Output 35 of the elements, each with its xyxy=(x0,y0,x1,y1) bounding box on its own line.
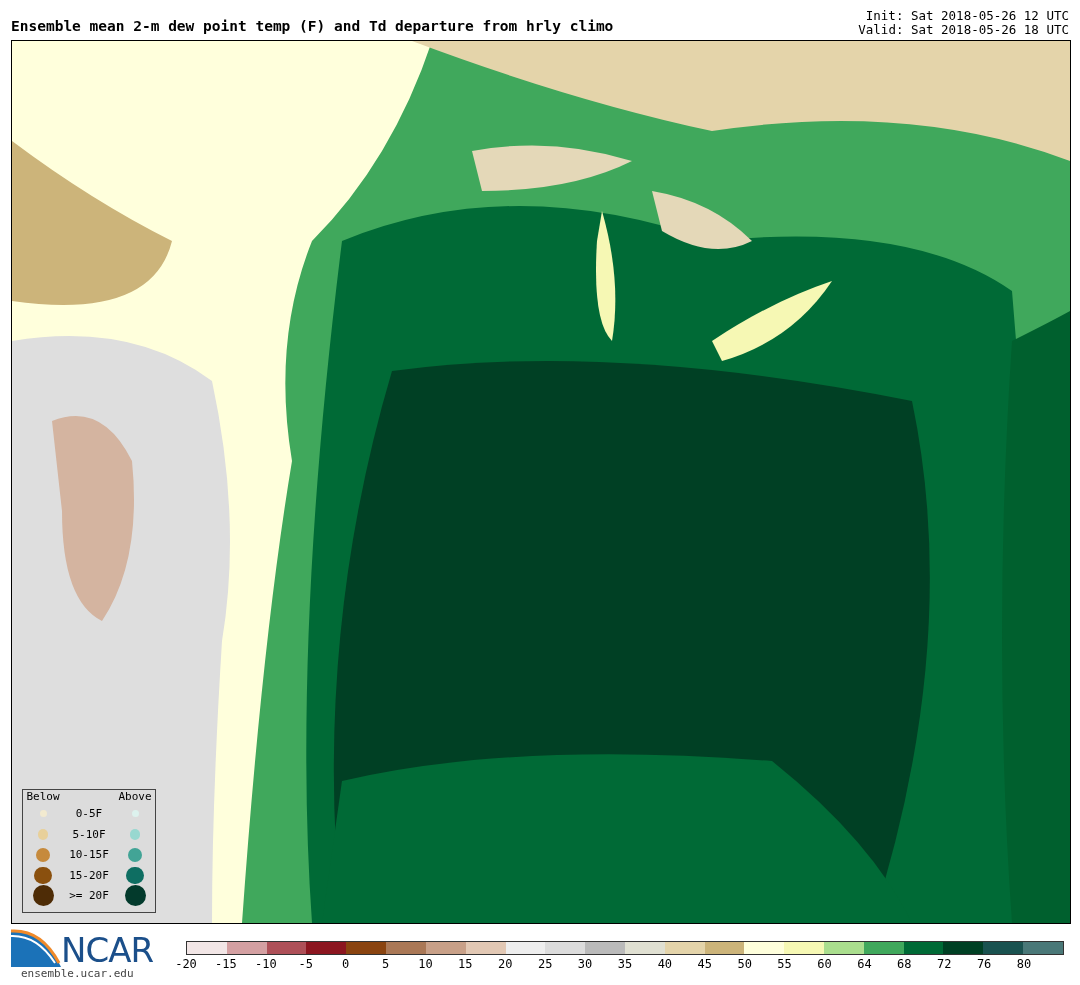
tick-label: -10 xyxy=(254,957,277,971)
tick-label: 45 xyxy=(697,957,712,971)
tick-label: 30 xyxy=(577,957,593,971)
legend-heading: Above xyxy=(117,790,153,803)
tick-label: 10 xyxy=(418,957,433,971)
tick-label: 35 xyxy=(617,957,633,971)
tick-label: 50 xyxy=(737,957,752,971)
tick-label: -5 xyxy=(298,957,313,971)
tick-label: 68 xyxy=(897,957,912,971)
legend-label: 0-5F xyxy=(74,807,104,821)
tick-label: 20 xyxy=(498,957,513,971)
tick-label: 15 xyxy=(458,957,473,971)
tick-label: 0 xyxy=(342,957,350,971)
tick-label: 72 xyxy=(937,957,952,971)
run-time: Valid: Sat 2018-05-26 18 UTC xyxy=(858,23,1069,37)
chart-title: Ensemble mean 2-m dew point temp (F) and Td departure from hrly climo xyxy=(11,18,614,36)
legend-label: 15-20F xyxy=(68,868,110,882)
website-url: ensemble.ucar.edu xyxy=(20,967,135,980)
logo-text: NCAR xyxy=(61,933,154,967)
tick-label: 5 xyxy=(381,957,390,971)
tick-label: 60 xyxy=(817,957,832,971)
tick-label: 40 xyxy=(657,957,673,971)
legend-label: 5-10F xyxy=(71,827,107,841)
tick-label: -15 xyxy=(215,957,237,971)
legend-label: 10-15F xyxy=(68,848,110,862)
swoosh-icon xyxy=(11,927,61,967)
tick-label: 76 xyxy=(976,957,992,971)
legend-heading: Below xyxy=(25,790,61,803)
tick-label: 55 xyxy=(777,957,792,971)
tick-label: 80 xyxy=(1016,957,1032,971)
run-time: Init: Sat 2018-05-26 12 UTC xyxy=(864,9,1069,23)
tick-label: 64 xyxy=(857,957,872,971)
legend-label: >= 20F xyxy=(68,889,110,903)
tick-label: 25 xyxy=(537,957,553,971)
tick-label: -20 xyxy=(175,957,197,971)
